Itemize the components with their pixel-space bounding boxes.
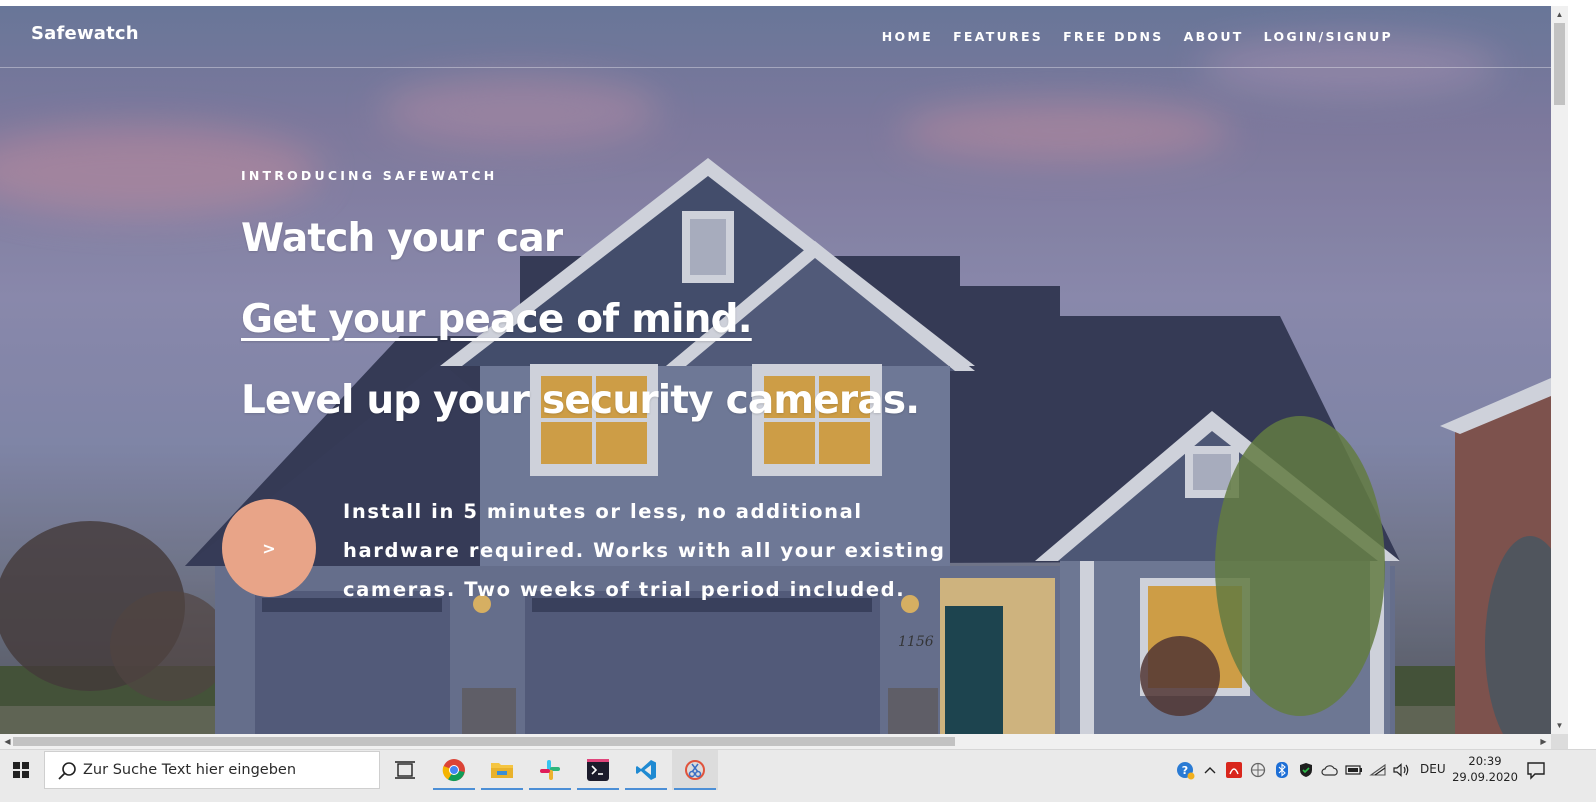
nav-links: HOME FEATURES FREE DDNS ABOUT LOGIN/SIGN… — [882, 29, 1393, 44]
pdf-reader-icon[interactable] — [1224, 761, 1243, 780]
slack-icon — [540, 760, 560, 780]
wifi-icon[interactable] — [1368, 761, 1387, 780]
task-view-button[interactable] — [382, 750, 428, 790]
help-icon[interactable]: ? — [1176, 761, 1195, 780]
bluetooth-icon[interactable] — [1272, 761, 1291, 780]
taskbar-search[interactable] — [44, 751, 380, 789]
window-edge — [1568, 0, 1596, 749]
volume-icon[interactable] — [1392, 761, 1411, 780]
notification-icon — [1527, 762, 1545, 780]
svg-text:?: ? — [1182, 764, 1188, 777]
system-tray: ? — [1176, 750, 1411, 790]
taskbar-snipping-tool[interactable] — [672, 750, 718, 790]
notification-center-button[interactable] — [1526, 760, 1546, 780]
search-icon — [58, 762, 76, 780]
hero-section: 1156 Safewatch HOME FEATURES FREE DDNS A… — [0, 6, 1551, 734]
input-language[interactable]: DEU — [1420, 762, 1446, 776]
system-clock[interactable]: 20:39 29.09.2020 — [1450, 753, 1520, 785]
scrollbar-corner — [1551, 734, 1568, 749]
brand-logo[interactable]: Safewatch — [31, 23, 139, 44]
hero-eyebrow: INTRODUCING SAFEWATCH — [241, 168, 498, 183]
hero-headline-2[interactable]: Get your peace of mind. — [241, 297, 753, 342]
taskbar-vscode[interactable] — [623, 750, 669, 790]
vscode-icon — [636, 760, 656, 780]
windows-icon — [13, 762, 29, 778]
top-navigation: Safewatch HOME FEATURES FREE DDNS ABOUT … — [0, 6, 1551, 68]
nav-free-ddns[interactable]: FREE DDNS — [1063, 29, 1164, 44]
nav-features[interactable]: FEATURES — [953, 29, 1043, 44]
hero-description: Install in 5 minutes or less, no additio… — [343, 500, 946, 601]
horizontal-scroll-thumb[interactable] — [13, 737, 955, 746]
taskbar-slack[interactable] — [527, 750, 573, 790]
hero-headline-1: Watch your car — [241, 216, 563, 261]
taskbar-terminal[interactable] — [575, 750, 621, 790]
terminal-icon — [587, 759, 609, 781]
taskbar: ? — [0, 749, 1596, 802]
nav-login-signup[interactable]: LOGIN/SIGNUP — [1264, 29, 1393, 44]
scroll-up-icon[interactable]: ▲ — [1551, 6, 1568, 23]
vertical-scrollbar[interactable]: ▲ ▼ — [1551, 6, 1568, 734]
vertical-scroll-thumb[interactable] — [1554, 23, 1565, 105]
browser-viewport: 1156 Safewatch HOME FEATURES FREE DDNS A… — [0, 0, 1596, 802]
search-input[interactable] — [83, 752, 373, 788]
network-share-icon[interactable] — [1248, 761, 1267, 780]
taskbar-file-explorer[interactable] — [479, 750, 525, 790]
task-view-icon — [395, 761, 415, 779]
hero-headline-3: Level up your security cameras. — [241, 378, 920, 423]
hero-overlay — [0, 6, 1551, 734]
horizontal-scrollbar[interactable]: ◀ ▶ — [0, 734, 1551, 749]
cta-next-button[interactable]: > — [222, 499, 316, 597]
clock-time: 20:39 — [1468, 754, 1502, 768]
nav-home[interactable]: HOME — [882, 29, 933, 44]
cloud-icon[interactable] — [1320, 761, 1339, 780]
start-button[interactable] — [0, 750, 42, 790]
scroll-right-icon[interactable]: ▶ — [1536, 734, 1551, 749]
nav-about[interactable]: ABOUT — [1184, 29, 1244, 44]
taskbar-chrome[interactable] — [431, 750, 477, 790]
security-shield-icon[interactable] — [1296, 761, 1315, 780]
chevron-up-icon[interactable] — [1200, 761, 1219, 780]
folder-icon — [491, 763, 513, 778]
chrome-icon — [442, 759, 465, 782]
clock-date: 29.09.2020 — [1452, 770, 1518, 784]
battery-icon[interactable] — [1344, 761, 1363, 780]
scissors-icon — [685, 760, 705, 780]
scroll-down-icon[interactable]: ▼ — [1551, 717, 1568, 734]
